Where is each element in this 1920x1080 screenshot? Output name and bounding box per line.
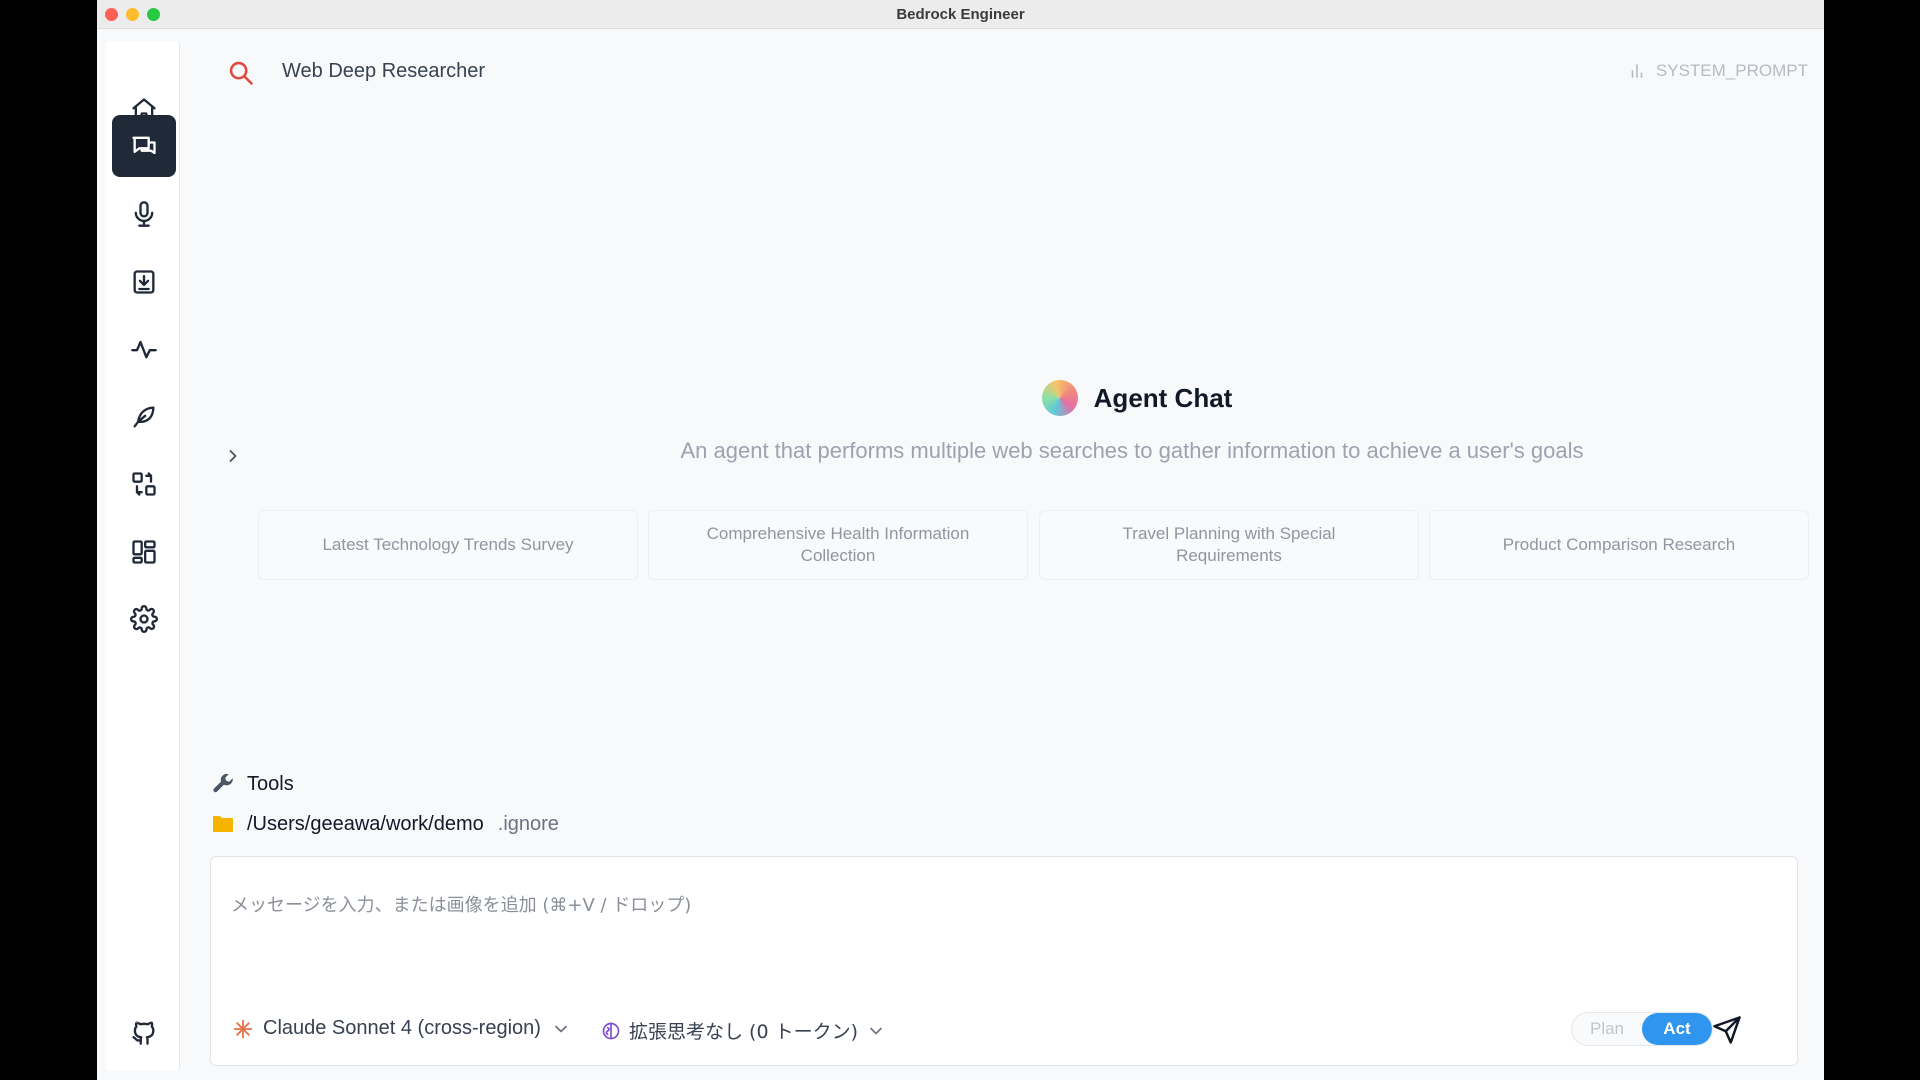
model-selector[interactable]: Claude Sonnet 4 (cross-region) <box>233 1017 571 1040</box>
swap-icon <box>132 472 156 496</box>
ignore-link[interactable]: .ignore <box>498 813 559 836</box>
search-icon <box>229 61 253 85</box>
activity-icon <box>131 340 157 359</box>
sidebar-item-settings[interactable] <box>112 588 176 650</box>
plan-mode-button[interactable]: Plan <box>1572 1013 1642 1045</box>
thinking-selector[interactable]: 拡張思考なし (0 トークン) <box>601 1017 886 1044</box>
tools-label: Tools <box>247 772 294 795</box>
brain-icon <box>602 1022 620 1039</box>
send-icon <box>1713 1016 1741 1044</box>
gear-icon <box>130 605 158 633</box>
agent-description: An agent that performs multiple web sear… <box>680 438 1584 463</box>
directory-path: /Users/geeawa/work/demo <box>247 812 484 835</box>
agent-name: Web Deep Researcher <box>282 60 486 82</box>
sidebar-item-voice[interactable] <box>112 183 176 245</box>
system-prompt-label: SYSTEM_PROMPT <box>1655 61 1808 80</box>
agent-avatar <box>1041 380 1078 416</box>
example-prompt[interactable]: Latest Technology Trends Survey <box>258 510 638 580</box>
feather-icon <box>133 406 155 428</box>
github-link[interactable] <box>112 1001 176 1063</box>
sidebar-item-swap[interactable] <box>112 453 176 515</box>
chevron-down-icon <box>870 1027 882 1034</box>
system-prompt-button[interactable]: SYSTEM_PROMPT <box>1628 61 1808 81</box>
bar-chart-icon <box>1631 64 1643 78</box>
sidebar-item-chat[interactable] <box>112 115 176 177</box>
model-label: Claude Sonnet 4 (cross-region) <box>263 1017 541 1039</box>
window-title: Bedrock Engineer <box>896 6 1025 23</box>
plan-act-toggle: Plan Act <box>1571 1012 1713 1046</box>
folder-icon <box>213 816 233 832</box>
chevron-right-icon[interactable] <box>223 446 243 466</box>
example-prompt[interactable]: Product Comparison Research <box>1429 510 1809 580</box>
claude-spark-icon <box>233 1019 253 1038</box>
example-prompt[interactable]: Travel Planning with Special Requirement… <box>1039 510 1419 580</box>
page-title: Agent Chat <box>1093 382 1233 413</box>
send-button[interactable] <box>1709 1012 1745 1048</box>
microphone-icon <box>134 201 154 227</box>
message-input[interactable] <box>231 891 1771 981</box>
app-window: Bedrock Engineer Web Deep Researcher SYS… <box>97 0 1824 1080</box>
sidebar <box>106 41 180 1071</box>
download-box-icon <box>133 270 155 294</box>
agent-intro: Agent Chat An agent that performs multip… <box>547 380 1717 464</box>
example-prompt[interactable]: Comprehensive Health Information Collect… <box>648 510 1028 580</box>
tools-toggle[interactable]: Tools <box>211 772 294 796</box>
chevron-down-icon <box>555 1025 567 1032</box>
sidebar-item-activity[interactable] <box>112 318 176 380</box>
sidebar-item-dashboard[interactable] <box>112 521 176 583</box>
sidebar-item-download[interactable] <box>112 251 176 313</box>
title-bar: Bedrock Engineer <box>97 0 1824 29</box>
thinking-label: 拡張思考なし (0 トークン) <box>629 1021 858 1043</box>
working-directory[interactable]: /Users/geeawa/work/demo .ignore <box>211 812 559 836</box>
github-icon <box>132 1021 155 1045</box>
dashboard-icon <box>132 540 156 564</box>
sidebar-item-feather[interactable] <box>112 386 176 448</box>
wrench-icon <box>213 773 233 793</box>
act-mode-button[interactable]: Act <box>1642 1013 1712 1045</box>
chat-icon <box>132 136 156 155</box>
message-composer: Claude Sonnet 4 (cross-region) 拡張思考なし (0… <box>210 856 1798 1066</box>
